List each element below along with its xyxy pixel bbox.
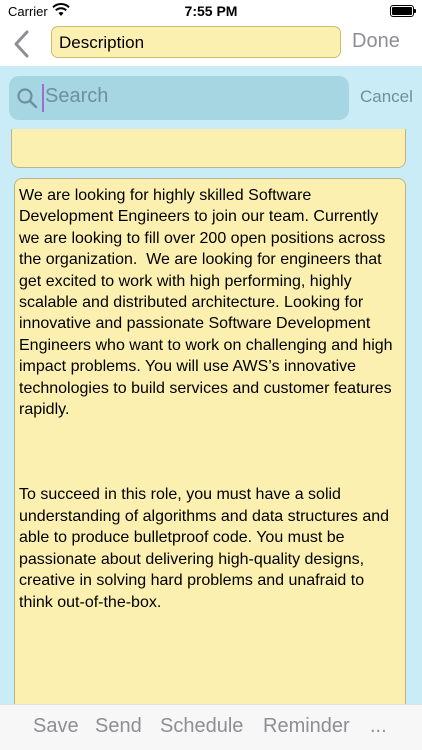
- schedule-button[interactable]: Schedule: [160, 715, 243, 738]
- search-bar: Search Cancel: [0, 66, 422, 129]
- note-title-field[interactable]: Description: [51, 26, 341, 58]
- more-button[interactable]: ...: [370, 715, 387, 738]
- navigation-bar: Description Done: [0, 22, 422, 66]
- cancel-button[interactable]: Cancel: [360, 87, 413, 107]
- note-paragraph-2: To succeed in this role, you must have a…: [19, 486, 394, 611]
- text-cursor: [42, 84, 44, 112]
- bottom-toolbar: Save Send Schedule Reminder ...: [0, 704, 422, 750]
- notes-scroll-area[interactable]: We are looking for highly skilled Softwa…: [0, 129, 422, 704]
- note-paragraph-1: We are looking for highly skilled Softwa…: [19, 187, 398, 419]
- previous-note-card[interactable]: [11, 129, 406, 168]
- search-input[interactable]: Search: [9, 76, 349, 120]
- status-bar: Carrier 7:55 PM: [0, 0, 422, 22]
- chevron-left-icon: [14, 30, 29, 58]
- note-body-textarea[interactable]: We are looking for highly skilled Softwa…: [14, 178, 406, 704]
- status-time: 7:55 PM: [184, 3, 238, 19]
- back-button[interactable]: [10, 26, 34, 62]
- search-icon: [16, 87, 38, 109]
- done-button[interactable]: Done: [352, 30, 400, 53]
- save-button[interactable]: Save: [33, 715, 79, 738]
- reminder-button[interactable]: Reminder: [263, 715, 350, 738]
- battery-icon: [390, 5, 416, 17]
- send-button[interactable]: Send: [95, 715, 142, 738]
- search-placeholder: Search: [45, 85, 109, 107]
